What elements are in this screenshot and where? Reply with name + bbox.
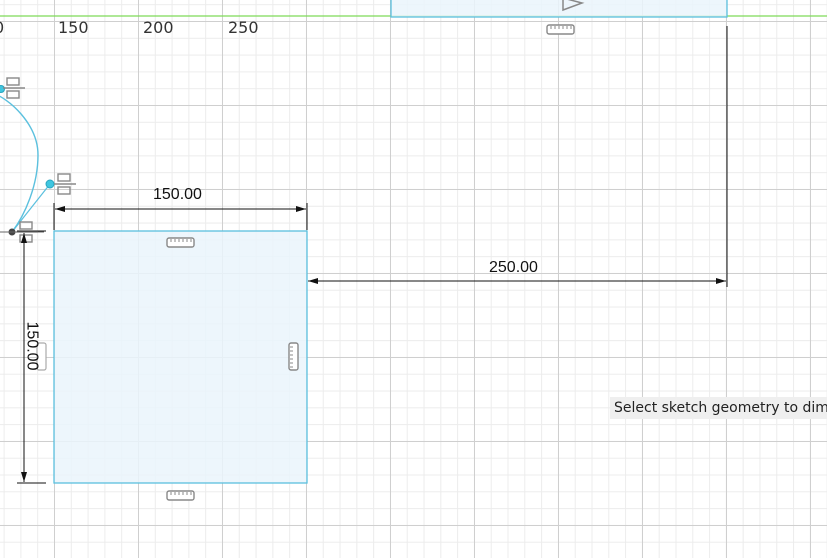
square-profile[interactable]	[53, 230, 308, 484]
spline-handle-line	[11, 183, 51, 233]
dim-value-top-width[interactable]: 150.00	[153, 186, 202, 204]
spline-curve[interactable]	[0, 92, 39, 233]
horizontal-constraint-icon[interactable]	[166, 490, 195, 501]
horizontal-constraint-icon[interactable]	[166, 237, 195, 248]
coincident-constraint-icon[interactable]	[54, 173, 76, 195]
vertical-constraint-icon[interactable]	[288, 342, 299, 371]
coincident-constraint-icon[interactable]	[16, 221, 38, 243]
spline-handle-point[interactable]	[45, 179, 55, 189]
status-tooltip: Select sketch geometry to dimer	[610, 397, 827, 419]
dim-value-offset[interactable]: 250.00	[489, 259, 538, 277]
dim-value-left-height[interactable]: 150.00	[22, 322, 40, 371]
coincident-constraint-icon[interactable]	[3, 77, 25, 99]
top-profile[interactable]	[390, 0, 728, 18]
sketch-canvas[interactable]	[0, 0, 827, 558]
spline-handle-point[interactable]	[0, 85, 5, 93]
horizontal-constraint-icon[interactable]	[546, 24, 575, 35]
